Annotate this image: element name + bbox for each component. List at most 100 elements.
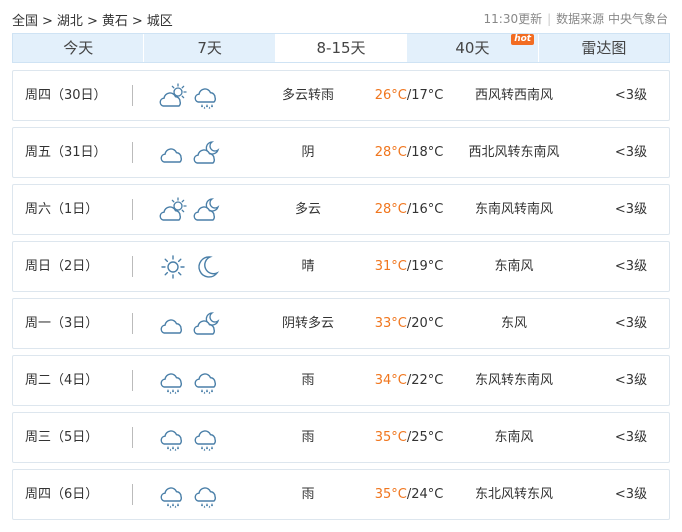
update-info: 11:30更新 | 数据来源 中央气象台 (484, 10, 668, 27)
low-temp: /20°C (406, 316, 444, 331)
high-temp: 28°C (374, 202, 407, 217)
wind-level: <3级 (614, 145, 648, 160)
high-temp: 35°C (374, 487, 407, 502)
breadcrumb-city[interactable]: 黄石 (102, 14, 128, 29)
temperature: 28°C/16°C (373, 185, 445, 234)
rain-icon (159, 482, 187, 508)
breadcrumb-national[interactable]: 全国 (12, 14, 38, 29)
high-temp: 28°C (374, 145, 407, 160)
low-temp: /16°C (406, 202, 444, 217)
update-time: 11:30更新 (483, 12, 543, 26)
tab-radar[interactable]: 雷达图 (539, 34, 669, 62)
wind-direction: 东北风转东风 (474, 487, 553, 502)
breadcrumb-province[interactable]: 湖北 (57, 14, 83, 29)
row-divider (132, 256, 133, 277)
weather-description: 多云转雨 (281, 88, 334, 103)
forecast-day: 周三（5日） (25, 430, 99, 445)
cloudy-icon (159, 140, 187, 166)
temperature: 33°C/20°C (373, 299, 445, 348)
row-divider (132, 427, 133, 448)
low-temp: /18°C (406, 145, 444, 160)
row-divider (132, 484, 133, 505)
wind-direction: 东南风转南风 (474, 202, 553, 217)
high-temp: 33°C (374, 316, 407, 331)
weather-description: 雨 (301, 430, 315, 445)
wind-direction: 东南风 (494, 430, 534, 445)
tab-40-days[interactable]: 40天 hot (407, 34, 539, 62)
weather-description: 雨 (301, 487, 315, 502)
rain-icon (193, 482, 221, 508)
weather-icons (159, 140, 221, 166)
low-temp: /22°C (406, 373, 444, 388)
weather-icons (159, 254, 221, 280)
tab-label: 雷达图 (581, 39, 627, 57)
weather-icons (159, 482, 221, 508)
row-divider (132, 313, 133, 334)
forecast-row: 周二（4日） 雨 34°C/22°C 东风转东南风 <3级 (12, 355, 670, 406)
weather-description: 晴 (301, 259, 315, 274)
rain-icon (159, 368, 187, 394)
forecast-day: 周二（4日） (25, 373, 99, 388)
breadcrumb-separator: > (86, 14, 98, 29)
rain-icon (193, 425, 221, 451)
tab-8-15-days[interactable]: 8-15天 (275, 34, 408, 62)
rain-icon (193, 83, 221, 109)
low-temp: /17°C (406, 88, 444, 103)
rain-icon (193, 368, 221, 394)
hot-badge: hot (511, 34, 535, 45)
wind-direction: 东南风 (494, 259, 534, 274)
high-temp: 26°C (374, 88, 407, 103)
weather-description: 阴 (301, 145, 315, 160)
top-bar: 全国 > 湖北 > 黄石 > 城区 11:30更新 | 数据来源 中央气象台 (12, 8, 672, 29)
wind-direction: 东风转东南风 (474, 373, 553, 388)
meta-divider: | (547, 12, 552, 26)
forecast-row: 周四（6日） 雨 35°C/24°C 东北风转东风 <3级 (12, 469, 670, 520)
weather-icons (159, 425, 221, 451)
forecast-day: 周日（2日） (25, 259, 99, 274)
wind-level: <3级 (614, 202, 648, 217)
forecast-day: 周四（6日） (25, 487, 99, 502)
high-temp: 31°C (374, 259, 407, 274)
weather-icons (159, 311, 221, 337)
forecast-day: 周四（30日） (25, 88, 107, 103)
temperature: 28°C/18°C (373, 128, 445, 177)
breadcrumb: 全国 > 湖北 > 黄石 > 城区 (12, 10, 173, 29)
tab-label: 40天 (455, 39, 490, 57)
weather-icons (159, 368, 221, 394)
forecast-row: 周日（2日） 晴 31°C/19°C 东南风 <3级 (12, 241, 670, 292)
wind-level: <3级 (614, 259, 648, 274)
wind-level: <3级 (614, 373, 648, 388)
wind-level: <3级 (614, 430, 648, 445)
forecast-row: 周三（5日） 雨 35°C/25°C 东南风 <3级 (12, 412, 670, 463)
wind-level: <3级 (614, 487, 648, 502)
partly-cloudy-night-icon (193, 197, 221, 223)
weather-description: 多云 (294, 202, 321, 217)
temperature: 35°C/24°C (373, 470, 445, 519)
partly-cloudy-night-icon (193, 311, 221, 337)
temperature: 26°C/17°C (373, 71, 445, 120)
low-temp: /25°C (406, 430, 444, 445)
weather-description: 阴转多云 (281, 316, 334, 331)
row-divider (132, 85, 133, 106)
tab-label: 今天 (63, 39, 94, 57)
temperature: 31°C/19°C (373, 242, 445, 291)
forecast-row: 周四（30日） 多云转雨 26°C/17°C 西风转西南风 <3级 (12, 70, 670, 121)
partly-cloudy-day-icon (159, 197, 187, 223)
data-source: 数据来源 中央气象台 (556, 12, 668, 26)
partly-cloudy-night-icon (193, 140, 221, 166)
breadcrumb-separator: > (131, 14, 143, 29)
wind-direction: 西北风转东南风 (468, 145, 560, 160)
tab-7-days[interactable]: 7天 (144, 34, 276, 62)
sun-icon (159, 254, 187, 280)
forecast-day: 周一（3日） (25, 316, 99, 331)
row-divider (132, 370, 133, 391)
tab-today[interactable]: 今天 (13, 34, 145, 62)
row-divider (132, 199, 133, 220)
wind-direction: 东风 (500, 316, 527, 331)
wind-direction: 西风转西南风 (474, 88, 553, 103)
wind-level: <3级 (614, 316, 648, 331)
row-divider (132, 142, 133, 163)
forecast-list: 周四（30日） 多云转雨 26°C/17°C 西风转西南风 <3级 周五（31日）阴 28°… (12, 70, 670, 526)
weather-icons (159, 197, 221, 223)
rain-icon (159, 425, 187, 451)
